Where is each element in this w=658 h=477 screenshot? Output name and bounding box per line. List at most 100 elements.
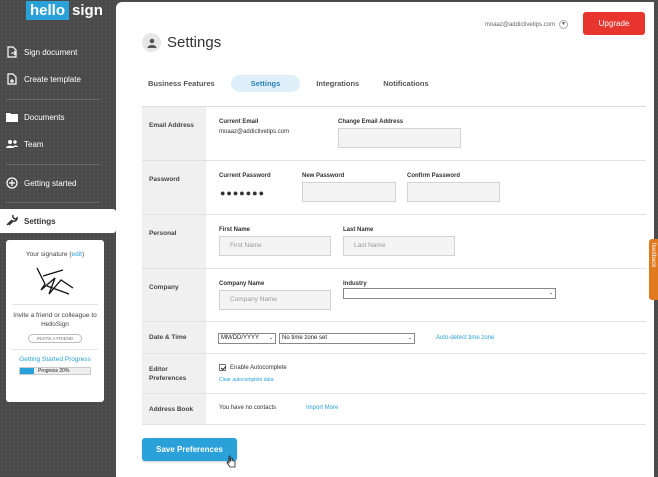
team-icon	[6, 138, 18, 150]
divider	[12, 304, 98, 305]
progress-bar: Progress 20%	[19, 367, 91, 375]
settings-tabs: Business Features Settings Integrations …	[140, 75, 445, 92]
row-editor-preferences: Editor Preferences Enable Autocomplete C…	[142, 354, 646, 394]
industry-label-text: Industry	[343, 281, 367, 287]
auto-detect-timezone-link[interactable]: Auto-detect time zone	[436, 335, 494, 341]
current-password: Current Password	[219, 173, 271, 183]
import-more-link[interactable]: Import More	[306, 405, 338, 411]
sidebar-item-label: Create template	[24, 74, 81, 84]
autocomplete-checkbox[interactable]	[219, 364, 226, 371]
sidebar-item-create-template[interactable]: Create template	[6, 68, 110, 90]
invite-friend-button[interactable]: INVITE A FRIEND	[27, 334, 83, 343]
getting-started-progress-link[interactable]: Getting Started Progress	[6, 356, 104, 363]
chevron-down-icon: ⌄	[407, 335, 412, 341]
change-email-input[interactable]	[338, 128, 461, 148]
industry-select[interactable]: ⌄	[343, 288, 556, 299]
hand-cursor-icon	[226, 455, 236, 468]
save-preferences-button[interactable]: Save Preferences	[142, 438, 237, 461]
address-book-status: You have no contacts	[219, 405, 277, 411]
edit-signature-link[interactable]: edit	[72, 251, 82, 258]
user-icon	[142, 33, 161, 52]
tab-notifications[interactable]: Notifications	[375, 75, 436, 92]
account-menu[interactable]: moaaz@addictivetips.com ▼	[485, 20, 568, 29]
settings-panel: moaaz@addictivetips.com ▼ Upgrade Settin…	[116, 2, 654, 477]
date-format-value: MM/DD/YYYY	[221, 335, 260, 341]
row-label: Personal	[142, 215, 206, 268]
sidebar-divider	[6, 164, 100, 165]
tab-integrations[interactable]: Integrations	[308, 75, 367, 92]
confirm-password-input[interactable]	[407, 182, 500, 202]
feedback-label: feedback	[650, 243, 656, 268]
company-name-label-text: Company Name	[219, 281, 265, 287]
date-format-select[interactable]: MM/DD/YYYY ⌄	[218, 333, 276, 344]
tab-settings[interactable]: Settings	[230, 75, 301, 92]
timezone-select[interactable]: No time zone set ⌄	[279, 333, 415, 344]
progress-label: Progress 20%	[38, 368, 70, 374]
row-address-book: Address Book You have no contacts Import…	[142, 394, 646, 425]
sidebar-item-label: Sign document	[24, 47, 78, 57]
row-password: Password Current Password ●●●●●●● New Pa…	[142, 161, 646, 215]
sidebar-item-documents[interactable]: Documents	[6, 106, 110, 128]
chevron-down-icon: ⌄	[268, 335, 273, 341]
last-name-label-text: Last Name	[343, 227, 374, 233]
new-password-label-text: New Password	[302, 173, 345, 179]
feedback-tab[interactable]: feedback	[649, 239, 658, 300]
sidebar-divider	[6, 202, 100, 203]
sidebar-item-team[interactable]: Team	[6, 133, 110, 155]
clear-autocomplete-link[interactable]: Clear autocomplete data	[219, 377, 273, 383]
autocomplete-option[interactable]: Enable Autocomplete	[219, 364, 287, 371]
folder-icon	[6, 111, 18, 123]
signature-title-suffix: )	[81, 251, 85, 258]
sidebar-item-label: Documents	[24, 112, 65, 122]
row-label: Password	[142, 161, 206, 214]
sidebar-item-label: Team	[24, 139, 44, 149]
sidebar-item-label: Getting started	[24, 178, 77, 188]
signature-title-text: Your signature (	[25, 251, 72, 258]
logo-hello: hello	[26, 1, 70, 20]
row-label: Email Address	[142, 107, 206, 160]
first-name-input[interactable]: First Name	[219, 236, 331, 256]
chevron-down-icon[interactable]: ▼	[559, 20, 568, 29]
current-password-input[interactable]: ●●●●●●●	[220, 188, 265, 198]
divider	[12, 349, 98, 350]
current-password-label: Current Password	[219, 173, 271, 179]
page-title: Settings	[167, 34, 222, 51]
change-email-label-text: Change Email Address	[338, 119, 404, 125]
hellosign-logo[interactable]: hello sign	[26, 1, 106, 20]
row-label: Editor Preferences	[142, 354, 206, 393]
sidebar-item-getting-started[interactable]: Getting started	[6, 172, 110, 194]
progress-fill	[20, 368, 34, 374]
last-name-input[interactable]: Last Name	[343, 236, 455, 256]
chevron-down-icon: ⌄	[548, 290, 553, 296]
row-email: Email Address Current Email moaaz@addict…	[142, 107, 646, 161]
row-company: Company Company Name Company Name Indust…	[142, 269, 646, 322]
page-header: Settings	[142, 33, 221, 52]
first-name-label-text: First Name	[219, 227, 251, 233]
timezone-value: No time zone set	[282, 335, 328, 341]
signature-panel: Your signature (edit) Invite a friend or…	[6, 240, 104, 402]
wrench-icon	[6, 214, 18, 228]
signature-title: Your signature (edit)	[6, 251, 104, 258]
sign-document-icon	[6, 46, 18, 58]
signature-image[interactable]	[33, 264, 77, 298]
upgrade-button[interactable]: Upgrade	[583, 12, 645, 35]
invite-text: Invite a friend or colleague to HelloSig…	[13, 312, 97, 328]
autocomplete-label: Enable Autocomplete	[230, 365, 287, 372]
new-password-input[interactable]	[302, 182, 396, 202]
company-name-input[interactable]: Company Name	[219, 290, 331, 310]
sidebar-item-sign-document[interactable]: Sign document	[6, 41, 110, 63]
current-email: Current Email moaaz@addictivetips.com	[219, 119, 289, 135]
sidebar-divider	[6, 99, 100, 100]
row-label: Date & Time	[142, 322, 206, 353]
current-email-label: Current Email	[219, 119, 259, 125]
create-template-icon	[6, 73, 18, 85]
plus-circle-icon	[6, 177, 18, 189]
current-email-value: moaaz@addictivetips.com	[219, 129, 290, 135]
row-label: Address Book	[142, 394, 206, 424]
sidebar-item-settings[interactable]: Settings	[0, 209, 116, 233]
sidebar-item-label: Settings	[24, 216, 56, 226]
account-email: moaaz@addictivetips.com	[484, 21, 555, 28]
tab-business-features[interactable]: Business Features	[140, 75, 223, 92]
row-label: Company	[142, 269, 206, 321]
confirm-password-label-text: Confirm Password	[407, 173, 461, 179]
